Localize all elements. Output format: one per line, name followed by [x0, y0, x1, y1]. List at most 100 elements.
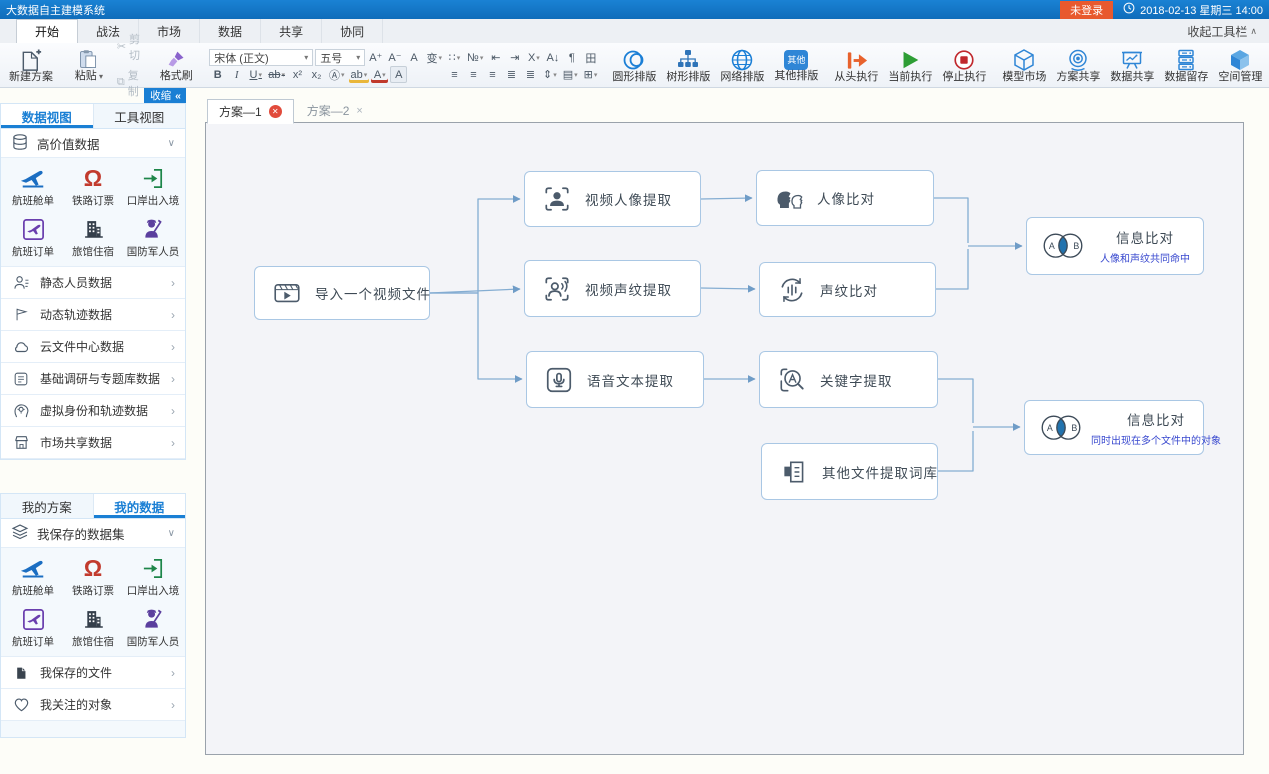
flow-node-info-compare-2[interactable]: AB信息比对同时出现在多个文件中的对象: [1024, 400, 1204, 455]
paragraph-marks-button[interactable]: ¶: [563, 49, 580, 66]
distribute-button[interactable]: ≣: [522, 66, 539, 83]
other-layout-button[interactable]: 其他其他排版: [769, 45, 823, 84]
underline-button[interactable]: U▾: [247, 66, 264, 83]
flow-node-keyword-extract[interactable]: 关键字提取: [759, 351, 938, 408]
sidebar-item-my-followed-objects[interactable]: 我关注的对象›: [1, 689, 185, 721]
sidebar-item-my-saved-files[interactable]: 我保存的文件›: [1, 657, 185, 689]
model-market-button[interactable]: 模型市场: [997, 45, 1051, 84]
circular-layout-button[interactable]: 圆形排版: [607, 45, 661, 84]
superscript-button[interactable]: x²: [289, 66, 306, 83]
login-status-badge[interactable]: 未登录: [1060, 1, 1113, 19]
sidebar-item-dynamic-track-data[interactable]: 动态轨迹数据›: [1, 299, 185, 331]
font-family-select[interactable]: 宋体 (正文)▾: [209, 49, 313, 66]
plan-tab-1[interactable]: 方案—1✕: [207, 99, 294, 124]
highlight-button[interactable]: ab▾: [349, 66, 370, 83]
dataset-item-border-entry-exit[interactable]: 口岸出入境: [123, 555, 183, 598]
flow-node-import-video[interactable]: 导入一个视频文件: [254, 266, 430, 320]
sidebar-item-cloud-file-center-data[interactable]: 云文件中心数据›: [1, 331, 185, 363]
line-spacing-button[interactable]: ⇕▾: [541, 66, 559, 83]
align-left-button[interactable]: ≡: [446, 66, 463, 83]
character-scale-button[interactable]: X▾: [525, 49, 542, 66]
strikethrough-button[interactable]: ab▾: [266, 66, 287, 83]
dataset-item-flight-order[interactable]: 航班订单: [3, 606, 63, 649]
sidebar-item-market-shared-data[interactable]: 市场共享数据›: [1, 427, 185, 459]
numbered-list-button[interactable]: №▾: [465, 49, 485, 66]
flow-node-speech-text-extract[interactable]: 语音文本提取: [526, 351, 704, 408]
ribbon-tab-collab[interactable]: 协同: [322, 19, 383, 43]
paste-button[interactable]: 粘贴 ▾: [64, 45, 114, 84]
ribbon-tab-data[interactable]: 数据: [200, 19, 261, 43]
bold-button[interactable]: B: [209, 66, 226, 83]
tab-tool-view[interactable]: 工具视图: [94, 104, 186, 128]
close-tab-icon[interactable]: ×: [356, 105, 362, 117]
plan-share-button[interactable]: 方案共享: [1051, 45, 1105, 84]
ribbon-tab-home[interactable]: 开始: [16, 19, 78, 43]
dataset-item-hotel-stay[interactable]: 旅馆住宿: [63, 606, 123, 649]
section-my-saved-datasets[interactable]: 我保存的数据集 ∨: [1, 519, 185, 548]
data-retention-button[interactable]: 数据留存: [1159, 45, 1213, 84]
sidebar-item-basic-survey-data[interactable]: 基础调研与专题库数据›: [1, 363, 185, 395]
font-color-button[interactable]: A▾: [371, 66, 388, 83]
flow-node-info-compare-1[interactable]: AB信息比对人像和声纹共同命中: [1026, 217, 1204, 275]
new-plan-button[interactable]: 新建方案: [4, 45, 58, 84]
flow-node-portrait-compare[interactable]: 人像比对: [756, 170, 934, 226]
grow-font-button[interactable]: A⁺: [367, 49, 384, 66]
dataset-item-hotel-stay[interactable]: 旅馆住宿: [63, 216, 123, 259]
dataset-item-border-entry-exit[interactable]: 口岸出入境: [123, 165, 183, 208]
network-layout-button[interactable]: 网络排版: [715, 45, 769, 84]
flow-node-video-portrait-extract[interactable]: 视频人像提取: [524, 171, 701, 227]
dataset-item-railway-ticket[interactable]: Ω铁路订票: [63, 555, 123, 598]
subscript-button[interactable]: x₂: [308, 66, 325, 83]
sidebar-item-virtual-identity-data[interactable]: 虚拟身份和轨迹数据›: [1, 395, 185, 427]
ribbon-tab-share[interactable]: 共享: [261, 19, 322, 43]
character-shading-button[interactable]: A: [390, 66, 407, 83]
align-center-button[interactable]: ≡: [465, 66, 482, 83]
cut-button[interactable]: ✂剪切: [117, 31, 149, 63]
align-right-button[interactable]: ≡: [484, 66, 501, 83]
decrease-indent-button[interactable]: ⇤: [487, 49, 504, 66]
enclose-character-button[interactable]: Ⓐ▾: [327, 66, 347, 83]
flow-node-video-voiceprint-extract[interactable]: 视频声纹提取: [524, 260, 701, 317]
italic-button[interactable]: I: [228, 66, 245, 83]
dataset-item-flight-order[interactable]: 航班订单: [3, 216, 63, 259]
data-share-button[interactable]: 数据共享: [1105, 45, 1159, 84]
increase-indent-button[interactable]: ⇥: [506, 49, 523, 66]
shading-button[interactable]: ▤▾: [561, 66, 580, 83]
close-tab-icon[interactable]: ✕: [269, 105, 282, 118]
tab-my-data[interactable]: 我的数据: [94, 494, 186, 518]
flow-canvas[interactable]: 导入一个视频文件 视频人像提取视频声纹提取语音文本提取 人像比对声纹比对关键字提取其…: [205, 122, 1244, 755]
font-size-select[interactable]: 五号▾: [315, 49, 365, 66]
draw-table-button[interactable]: 田: [582, 49, 599, 66]
stop-execution-button[interactable]: 停止执行: [937, 45, 991, 84]
dataset-item-military-personnel[interactable]: 国防军人员: [123, 606, 183, 649]
format-painter-button[interactable]: 格式刷: [151, 45, 201, 84]
phonetic-guide-button[interactable]: 变▾: [425, 49, 445, 66]
plan-tab-2[interactable]: 方案—2×: [296, 98, 374, 123]
collapse-sidebar-button[interactable]: 收缩 «: [144, 88, 186, 103]
collapse-toolbar-button[interactable]: 收起工具栏 ∧: [1187, 19, 1257, 43]
dataset-item-military-personnel[interactable]: 国防军人员: [123, 216, 183, 259]
justify-button[interactable]: ≣: [503, 66, 520, 83]
tree-layout-button[interactable]: 树形排版: [661, 45, 715, 84]
sort-button[interactable]: A↓: [544, 49, 561, 66]
space-management-button[interactable]: 空间管理: [1213, 45, 1267, 84]
portrait-extract-icon: [542, 184, 572, 214]
dataset-item-flight-manifest[interactable]: 航班舱单: [3, 555, 63, 598]
tab-my-plans[interactable]: 我的方案: [1, 494, 94, 518]
run-from-start-button[interactable]: 从头执行: [829, 45, 883, 84]
flow-node-other-file-lexicon[interactable]: 其他文件提取词库: [761, 443, 938, 500]
shrink-font-button[interactable]: A⁻: [386, 49, 403, 66]
clear-formatting-button[interactable]: A: [406, 49, 423, 66]
sidebar-item-static-person-data[interactable]: 静态人员数据›: [1, 267, 185, 299]
run-current-button[interactable]: 当前执行: [883, 45, 937, 84]
flow-node-label: 导入一个视频文件: [315, 283, 431, 303]
datetime-text: 2018-02-13 星期三 14:00: [1140, 2, 1263, 18]
dataset-item-flight-manifest[interactable]: 航班舱单: [3, 165, 63, 208]
borders-button[interactable]: ⊞▾: [582, 66, 600, 83]
flow-node-voiceprint-compare[interactable]: 声纹比对: [759, 262, 936, 317]
military-personnel-icon: [141, 606, 166, 632]
tab-data-view[interactable]: 数据视图: [1, 104, 94, 128]
section-high-value-data[interactable]: 高价值数据 ∨: [1, 129, 185, 158]
dataset-item-railway-ticket[interactable]: Ω铁路订票: [63, 165, 123, 208]
bullet-list-button[interactable]: ∷▾: [446, 49, 463, 66]
